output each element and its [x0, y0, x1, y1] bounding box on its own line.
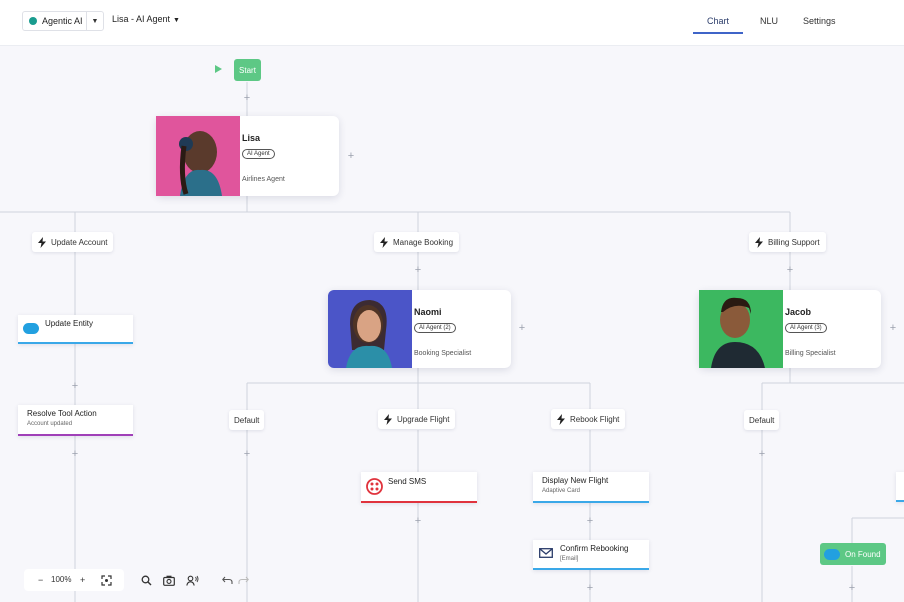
bolt-icon — [380, 236, 388, 248]
intent-label: Upgrade Flight — [397, 414, 450, 424]
camera-icon[interactable] — [163, 575, 175, 586]
avatar-icon — [699, 290, 765, 368]
add-node-plus[interactable]: + — [847, 583, 857, 594]
add-node-plus[interactable]: + — [785, 265, 795, 276]
intent-default[interactable]: Default — [229, 410, 265, 430]
add-node-plus[interactable]: + — [413, 516, 423, 527]
start-node[interactable]: Start — [234, 59, 261, 81]
action-title: Confirm Rebooking — [560, 544, 629, 553]
add-node-plus[interactable]: + — [517, 323, 527, 334]
action-title: Send SMS — [388, 477, 427, 486]
twilio-icon — [366, 478, 383, 495]
intent-label: Rebook Flight — [570, 414, 620, 424]
redo-icon[interactable] — [238, 576, 249, 585]
agent-badge: AI Agent (3) — [785, 323, 827, 333]
intent-rebook-flight[interactable]: Rebook Flight — [551, 409, 626, 429]
bolt-icon — [557, 413, 565, 425]
agent-avatar-jacob — [699, 290, 783, 368]
action-title: Update Entity — [45, 319, 94, 328]
zoom-level: 100% — [51, 575, 72, 584]
agent-name: Jacob — [785, 307, 812, 317]
action-card-partial[interactable] — [896, 472, 904, 502]
action-display-new-flight[interactable]: Display New Flight Adaptive Card — [533, 472, 649, 503]
action-subtitle: [Email] — [560, 556, 579, 562]
agent-badge: AI Agent (2) — [414, 323, 456, 333]
add-node-plus[interactable]: + — [346, 151, 356, 162]
agent-name: Lisa — [242, 133, 261, 143]
agent-avatar-naomi — [328, 290, 412, 368]
fit-screen-icon[interactable] — [101, 575, 112, 586]
action-confirm-rebooking[interactable]: Confirm Rebooking [Email] — [533, 540, 649, 570]
on-found-label: On Found — [845, 549, 881, 559]
agent-card-jacob[interactable]: Jacob AI Agent (3) Billing Specialist — [699, 290, 881, 368]
add-node-plus[interactable]: + — [70, 449, 80, 460]
add-node-plus[interactable]: + — [585, 516, 595, 527]
intent-upgrade-flight[interactable]: Upgrade Flight — [378, 409, 456, 429]
action-subtitle: Adaptive Card — [542, 488, 581, 494]
intent-billing-support[interactable]: Billing Support — [749, 232, 826, 252]
action-title: Resolve Tool Action — [27, 409, 97, 418]
salesforce-icon — [824, 548, 840, 560]
voice-icon[interactable] — [186, 575, 199, 586]
bolt-icon — [755, 236, 763, 248]
on-found-node[interactable]: On Found — [820, 543, 886, 565]
agent-name: Naomi — [414, 307, 442, 317]
agent-avatar-lisa — [156, 116, 240, 196]
add-node-plus[interactable]: + — [888, 323, 898, 334]
agent-card-lisa[interactable]: Lisa AI Agent Airlines Agent — [156, 116, 339, 196]
email-icon — [539, 548, 553, 558]
intent-label: Billing Support — [768, 237, 820, 247]
avatar-icon — [346, 300, 392, 368]
play-icon — [215, 65, 222, 73]
agent-badge: AI Agent — [242, 149, 275, 159]
agent-role: Booking Specialist — [414, 350, 472, 357]
zoom-in-button[interactable]: + — [80, 574, 85, 586]
salesforce-icon — [23, 323, 39, 334]
intent-label: Update Account — [51, 237, 108, 247]
add-node-plus[interactable]: + — [757, 449, 767, 460]
intent-update-account[interactable]: Update Account — [32, 232, 114, 252]
search-icon[interactable] — [141, 575, 152, 586]
add-node-plus[interactable]: + — [242, 93, 252, 104]
add-node-plus[interactable]: + — [585, 583, 595, 594]
intent-label: Manage Booking — [393, 237, 454, 247]
action-resolve-tool[interactable]: Resolve Tool Action Account updated — [18, 405, 133, 436]
add-node-plus[interactable]: + — [70, 381, 80, 392]
agent-card-naomi[interactable]: Naomi AI Agent (2) Booking Specialist — [328, 290, 511, 368]
agent-role: Airlines Agent — [242, 176, 285, 183]
agent-role: Billing Specialist — [785, 350, 836, 357]
action-update-entity[interactable]: Update Entity — [18, 315, 133, 344]
action-send-sms[interactable]: Send SMS — [361, 472, 477, 503]
undo-icon[interactable] — [222, 576, 233, 585]
add-node-plus[interactable]: + — [413, 265, 423, 276]
add-node-plus[interactable]: + — [242, 449, 252, 460]
intent-manage-booking[interactable]: Manage Booking — [374, 232, 460, 252]
action-title: Display New Flight — [542, 476, 609, 485]
action-subtitle: Account updated — [27, 421, 73, 427]
zoom-out-button[interactable]: − — [38, 574, 43, 586]
avatar-icon — [156, 116, 222, 196]
intent-default[interactable]: Default — [744, 410, 780, 430]
bolt-icon — [384, 413, 392, 425]
bolt-icon — [38, 236, 46, 248]
